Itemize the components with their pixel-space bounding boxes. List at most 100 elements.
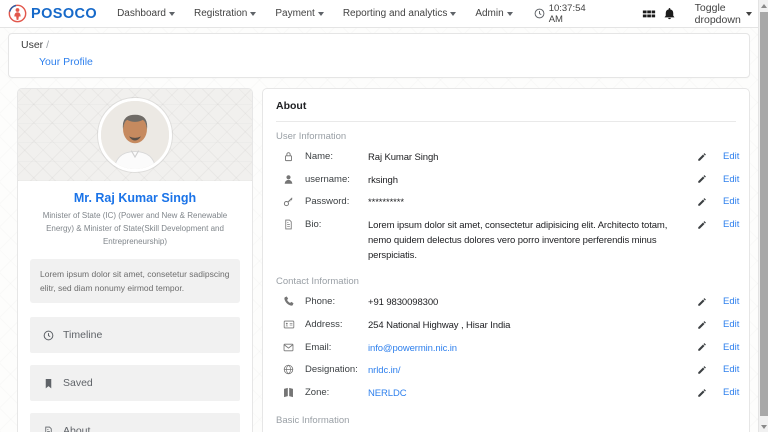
profile-menu-item-saved[interactable]: Saved — [30, 365, 240, 401]
brand-name: POSOCO — [31, 6, 97, 22]
chevron-down-icon — [746, 12, 752, 16]
envelope-icon — [283, 342, 296, 353]
nav-item-payment[interactable]: Payment — [275, 8, 323, 19]
row-label: Address: — [305, 319, 368, 330]
row-value-name: Raj Kumar Singh — [368, 151, 690, 166]
about-card: About User InformationName:Raj Kumar Sin… — [262, 88, 750, 432]
row-value-bio: Lorem ipsum dolor sit amet, consectetur … — [368, 219, 690, 263]
edit-button-zone[interactable]: Edit — [690, 387, 736, 398]
profile-designation: Minister of State (IC) (Power and New & … — [18, 205, 252, 249]
edit-label: Edit — [723, 296, 739, 307]
breadcrumb: User/ Your Profile — [8, 33, 750, 78]
about-sections: User Information Name:Raj Kumar Singh Edit… — [276, 131, 736, 432]
info-row-address: Address:254 National Highway , Hisar Ind… — [276, 315, 736, 338]
scroll-down-arrow[interactable] — [759, 421, 768, 432]
info-row-username: username:rksinghEdit — [276, 170, 736, 193]
chevron-down-icon — [318, 12, 324, 16]
edit-button-name[interactable]: Edit — [690, 151, 736, 162]
pencil-icon — [697, 220, 710, 230]
breadcrumb-root[interactable]: User — [21, 39, 43, 51]
file-icon — [43, 426, 54, 432]
brand[interactable]: POSOCO — [8, 4, 97, 23]
page-scrollbar[interactable] — [758, 0, 768, 432]
pencil-icon — [697, 152, 710, 162]
nav-item-admin[interactable]: Admin — [475, 8, 512, 19]
row-value-zone[interactable]: NERLDC — [368, 387, 690, 402]
toggle-dropdown-label: Toggle dropdown — [695, 2, 741, 26]
pencil-icon — [697, 174, 710, 184]
address-card-icon — [283, 319, 296, 330]
pencil-icon — [697, 297, 710, 307]
main-nav: Dashboard Registration Payment Reporting an… — [117, 8, 532, 19]
edit-button-phone[interactable]: Edit — [690, 296, 736, 307]
row-label: Zone: — [305, 387, 368, 398]
row-value-password: ********** — [368, 196, 690, 211]
edit-button-username[interactable]: Edit — [690, 174, 736, 185]
edit-button-designation[interactable]: Edit — [690, 364, 736, 375]
row-value-email[interactable]: info@powermin.nic.in — [368, 342, 690, 357]
section-title-basic-information: Basic Information — [276, 415, 736, 426]
chevron-down-icon — [507, 12, 513, 16]
chevron-down-icon — [450, 12, 456, 16]
toggle-dropdown-button[interactable]: Toggle dropdown — [695, 2, 752, 26]
profile-cover — [18, 89, 252, 181]
profile-short-bio: Lorem ipsum dolor sit amet, consetetur s… — [30, 259, 240, 304]
nav-item-label: Registration — [194, 8, 247, 19]
row-value-address: 254 National Highway , Hisar India — [368, 319, 690, 334]
profile-card: Mr. Raj Kumar Singh Minister of State (I… — [17, 88, 253, 432]
top-navbar: POSOCO Dashboard Registration Payment Repor… — [0, 0, 768, 28]
profile-menu-item-timeline[interactable]: Timeline — [30, 317, 240, 353]
nav-item-registration[interactable]: Registration — [194, 8, 256, 19]
notifications-bell-icon[interactable] — [663, 7, 676, 20]
bookmark-icon — [43, 378, 54, 389]
file-icon — [283, 219, 296, 230]
edit-button-password[interactable]: Edit — [690, 196, 736, 207]
profile-menu: Timeline Saved About — [18, 317, 252, 432]
lock-icon — [283, 151, 296, 162]
phone-icon — [283, 296, 296, 307]
scroll-up-arrow[interactable] — [759, 0, 768, 11]
nav-item-dashboard[interactable]: Dashboard — [117, 8, 175, 19]
breadcrumb-separator: / — [46, 39, 49, 51]
nav-item-reporting-and-analytics[interactable]: Reporting and analytics — [343, 8, 457, 19]
globe-icon — [283, 364, 296, 375]
edit-label: Edit — [723, 174, 739, 185]
breadcrumb-current[interactable]: Your Profile — [39, 56, 93, 68]
edit-label: Edit — [723, 196, 739, 207]
chevron-down-icon — [169, 12, 175, 16]
user-icon — [283, 174, 296, 185]
menu-item-label: Timeline — [63, 329, 102, 341]
info-row-designation: Designation:nrldc.in/Edit — [276, 360, 736, 383]
row-label: username: — [305, 174, 368, 185]
row-value-designation[interactable]: nrldc.in/ — [368, 364, 690, 379]
row-label: Email: — [305, 342, 368, 353]
edit-label: Edit — [723, 364, 739, 375]
profile-menu-item-about[interactable]: About — [30, 413, 240, 432]
info-row-bio: Bio:Lorem ipsum dolor sit amet, consecte… — [276, 215, 736, 267]
row-value-phone: +91 9830098300 — [368, 296, 690, 311]
avatar[interactable] — [98, 98, 172, 172]
scrollbar-thumb[interactable] — [760, 12, 768, 416]
info-row-phone: Phone:+91 9830098300Edit — [276, 292, 736, 315]
book-icon — [283, 387, 296, 398]
edit-label: Edit — [723, 151, 739, 162]
pencil-icon — [697, 365, 710, 375]
apps-grid-icon[interactable] — [642, 7, 656, 21]
edit-label: Edit — [723, 342, 739, 353]
nav-item-label: Payment — [275, 8, 314, 19]
pencil-icon — [697, 197, 710, 207]
menu-item-label: About — [63, 425, 90, 432]
section-title-user-information: User Information — [276, 131, 736, 142]
pencil-icon — [697, 388, 710, 398]
chevron-down-icon — [250, 12, 256, 16]
edit-button-address[interactable]: Edit — [690, 319, 736, 330]
main-content: Mr. Raj Kumar Singh Minister of State (I… — [0, 78, 768, 432]
clock: 10:37:54 AM — [534, 3, 586, 25]
nav-item-label: Admin — [475, 8, 503, 19]
profile-name: Mr. Raj Kumar Singh — [18, 191, 252, 205]
row-label: Name: — [305, 151, 368, 162]
edit-button-bio[interactable]: Edit — [690, 219, 736, 230]
info-row-zone: Zone:NERLDCEdit — [276, 383, 736, 406]
edit-label: Edit — [723, 219, 739, 230]
edit-button-email[interactable]: Edit — [690, 342, 736, 353]
